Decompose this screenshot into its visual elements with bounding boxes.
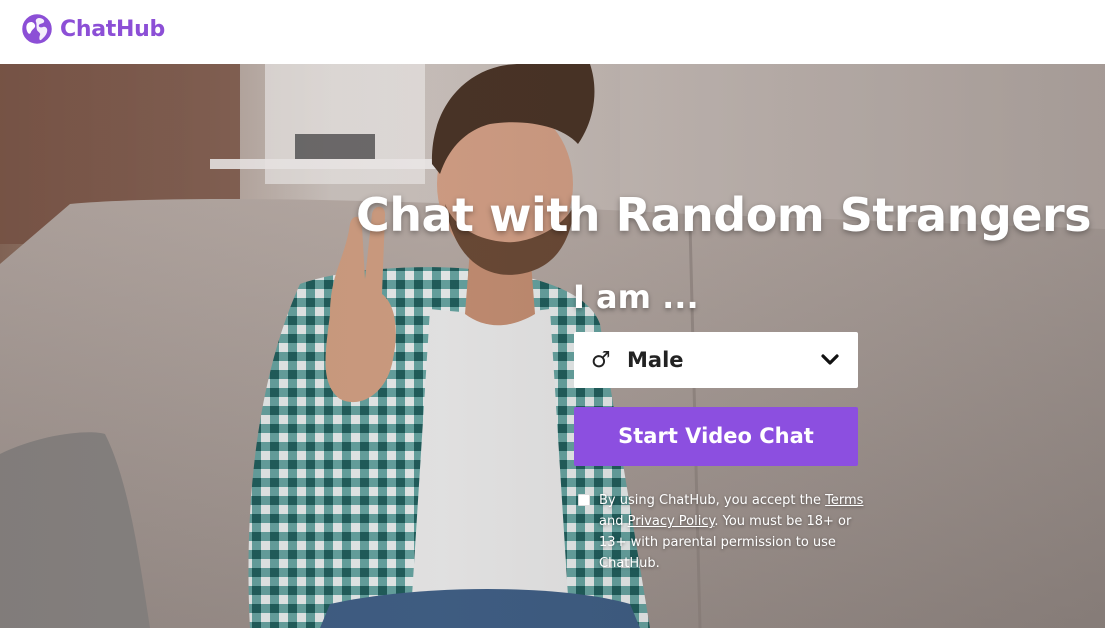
chevron-down-icon [821, 354, 839, 365]
hero-overlay [0, 64, 1105, 628]
brand-name: ChatHub [60, 16, 165, 42]
gender-prompt: I am ... [573, 278, 699, 316]
brand-logo[interactable]: ChatHub [22, 14, 165, 44]
consent-text: By using ChatHub, you accept the Terms a… [599, 490, 868, 574]
consent-block: By using ChatHub, you accept the Terms a… [578, 490, 868, 574]
terms-link[interactable]: Terms [825, 493, 863, 508]
hero-section: Chat with Random Strangers I am ... ♂ Ma… [0, 64, 1105, 628]
consent-checkbox[interactable] [578, 494, 590, 506]
privacy-policy-link[interactable]: Privacy Policy [628, 514, 715, 529]
gender-select[interactable]: ♂ Male [574, 332, 858, 388]
site-header: ChatHub [0, 0, 1105, 64]
globe-logo-icon [22, 14, 52, 44]
start-video-chat-button[interactable]: Start Video Chat [574, 407, 858, 466]
gender-selected-value: Male [627, 348, 684, 372]
hero-headline: Chat with Random Strangers [356, 188, 1092, 242]
male-symbol-icon: ♂ [591, 347, 611, 373]
consent-and: and [599, 514, 624, 529]
consent-prefix: By using ChatHub, you accept the [599, 493, 821, 508]
